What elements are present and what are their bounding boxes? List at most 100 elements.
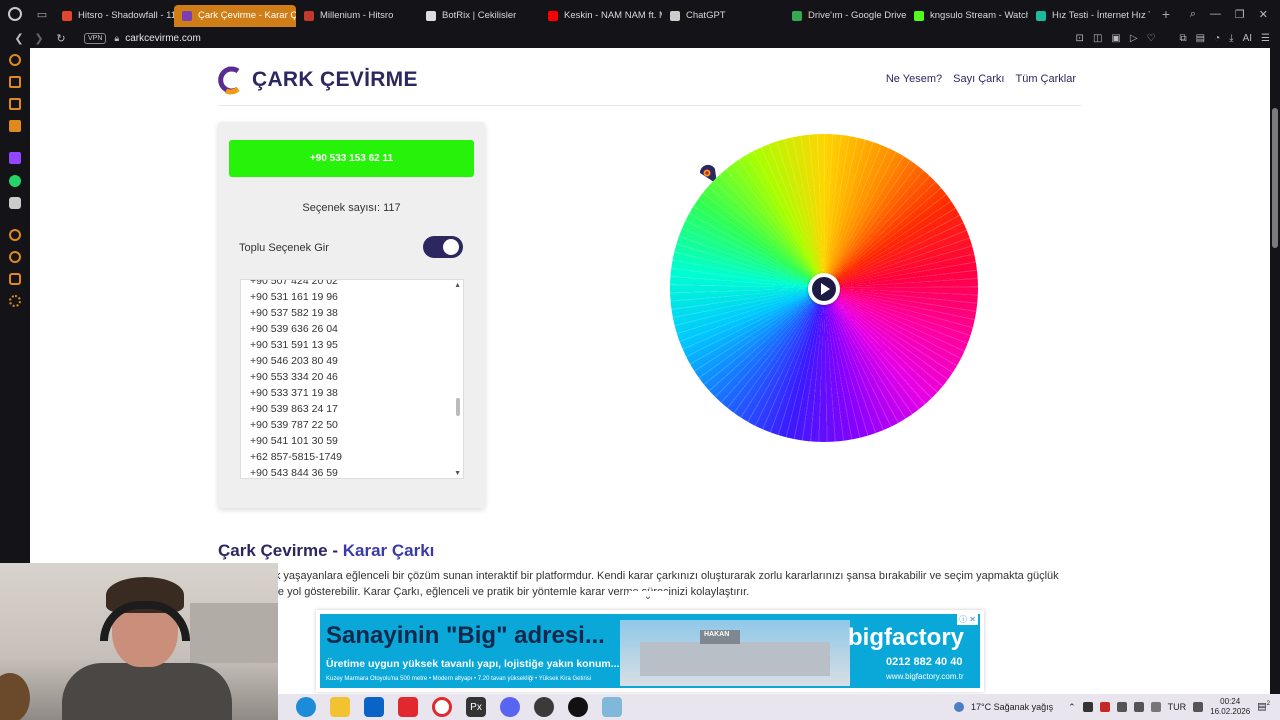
scroll-down-icon[interactable]: ▼	[454, 470, 461, 477]
spin-result-button[interactable]: +90 533 153 62 11	[229, 140, 474, 177]
browser-tab[interactable]: Hitsro - Shadowfall - 110	[54, 5, 174, 27]
bulk-input-toggle[interactable]	[423, 236, 463, 258]
opera-taskbar-icon[interactable]	[432, 697, 452, 717]
ad-collapse-icon[interactable]: ⌄	[628, 591, 668, 607]
options-textarea[interactable]: +90 507 424 20 02 +90 531 161 19 96 +90 53…	[240, 279, 464, 479]
reload-icon[interactable]: ↻	[52, 32, 70, 45]
restore-icon[interactable]: ❐	[1235, 8, 1245, 21]
whatsapp-icon[interactable]	[9, 175, 21, 187]
weather-icon[interactable]	[953, 702, 964, 712]
notification-icon[interactable]: ▤2	[1257, 701, 1270, 712]
spin-button[interactable]	[808, 273, 840, 305]
minimize-icon[interactable]: —	[1210, 8, 1221, 20]
search-tabs-icon[interactable]: ⌕	[1190, 8, 1196, 21]
download-icon[interactable]: ⤓	[1229, 33, 1233, 44]
tab-label: Çark Çevirme - Karar Çark	[198, 10, 296, 21]
mail-icon[interactable]	[9, 120, 21, 132]
option-line: +90 507 424 20 02	[250, 279, 338, 287]
player-sidebar-icon[interactable]	[9, 229, 21, 241]
browser-tab[interactable]: ChatGPT	[662, 5, 784, 27]
obs-icon[interactable]	[568, 697, 588, 717]
nav-sayi-carki[interactable]: Sayı Çarkı	[953, 73, 1004, 85]
browser-tab[interactable]: kngsulo Stream - Watch	[906, 5, 1028, 27]
ad-subline: Üretime uygun yüksek tavanlı yapı, lojis…	[326, 658, 620, 670]
pixel-app-icon[interactable]: Px	[466, 697, 486, 717]
player-icon[interactable]: ▷	[1130, 33, 1138, 44]
tray-app-icon[interactable]	[1082, 702, 1093, 712]
new-tab-icon[interactable]: +	[1156, 6, 1176, 22]
account-icon[interactable]: ◔	[1214, 33, 1220, 44]
outlook-icon[interactable]	[364, 697, 384, 717]
browser-tab[interactable]: Keskin - NAM NAM ft. M	[540, 5, 662, 27]
advertisement-banner[interactable]: Sanayinin "Big" adresi... Üretime uygun …	[316, 610, 984, 692]
edge-icon[interactable]	[296, 697, 316, 717]
pinboard-icon[interactable]	[9, 98, 21, 110]
browser-tab[interactable]: Çark Çevirme - Karar Çark	[174, 4, 296, 27]
option-line: +62 857-5815-1749	[250, 451, 342, 463]
network-icon[interactable]	[1116, 702, 1127, 712]
aria-ai-icon[interactable]: AI	[1243, 33, 1252, 44]
back-icon[interactable]: ❮	[10, 32, 28, 45]
lock-icon[interactable]: 🔒︎	[114, 33, 119, 44]
snapshot-icon[interactable]: ◫	[1093, 33, 1102, 44]
page-scroll-thumb[interactable]	[1272, 108, 1278, 248]
workspaces-icon[interactable]: ▭	[30, 0, 54, 28]
settings-icon[interactable]	[9, 295, 21, 307]
play-icon[interactable]	[812, 277, 836, 301]
discord-icon[interactable]	[9, 197, 21, 209]
weather-text[interactable]: 17°C Sağanak yağış	[971, 702, 1053, 712]
history-icon[interactable]	[9, 251, 21, 263]
opera-logo-icon[interactable]	[0, 0, 30, 28]
ad-close-icon[interactable]: ⓘ ✕	[957, 614, 978, 625]
textarea-scroll-thumb[interactable]	[456, 398, 460, 416]
textarea-scrollbar[interactable]: ▲ ▼	[453, 280, 463, 478]
site-logo-icon[interactable]	[218, 65, 242, 95]
extensions-icon[interactable]: ⧉	[1180, 33, 1187, 44]
clock[interactable]: 00:24 16.02.2026	[1210, 697, 1250, 717]
twitch-icon[interactable]	[9, 152, 21, 164]
vpn-badge[interactable]: VPN	[84, 32, 107, 44]
url-field[interactable]: carkcevirme.com	[125, 33, 201, 44]
wallet-icon[interactable]: ▤	[1196, 33, 1205, 44]
heart-icon[interactable]: ♡	[1147, 33, 1156, 44]
volume-icon[interactable]	[1133, 702, 1144, 712]
tab-favicon-icon	[1036, 10, 1046, 21]
tab-label: kngsulo Stream - Watch	[930, 10, 1028, 21]
browser-tab[interactable]: Drive'ım - Google Drive	[784, 5, 906, 27]
wifi-icon[interactable]	[1193, 702, 1204, 712]
browser-tab[interactable]: Hız Testi - İnternet Hız Te	[1028, 5, 1150, 27]
tray-overflow-icon[interactable]: ⌃	[1068, 702, 1076, 713]
aria-icon[interactable]	[9, 54, 21, 66]
close-window-icon[interactable]: ✕	[1259, 8, 1268, 21]
menu-icon[interactable]: ☰	[1261, 33, 1270, 44]
nav-ne-yesem[interactable]: Ne Yesem?	[886, 73, 942, 85]
app-icon[interactable]	[602, 697, 622, 717]
tray-red-icon[interactable]	[1099, 702, 1110, 712]
browser-tab[interactable]: Millenium - Hitsro	[296, 5, 418, 27]
scroll-up-icon[interactable]: ▲	[454, 282, 461, 289]
workspace-icon[interactable]	[9, 76, 21, 88]
options-panel: +90 533 153 62 11 Seçenek sayısı: 117 To…	[218, 122, 485, 508]
site-title[interactable]: ÇARK ÇEVİRME	[252, 68, 418, 92]
option-line: +90 543 844 36 59	[250, 467, 338, 479]
site-header: ÇARK ÇEVİRME Ne Yesem? Sayı Çarkı Tüm Ça…	[218, 58, 1082, 106]
nav-tum-carklar[interactable]: Tüm Çarklar	[1015, 73, 1076, 85]
discord-taskbar-icon[interactable]	[500, 697, 520, 717]
extensions-sidebar-icon[interactable]	[9, 273, 21, 285]
game-icon[interactable]	[534, 697, 554, 717]
bookmark-icon[interactable]: ⊡	[1076, 33, 1084, 44]
page-scrollbar[interactable]	[1270, 48, 1280, 694]
decision-wheel[interactable]	[670, 134, 978, 442]
easy-setup-icon[interactable]: ▣	[1111, 33, 1120, 44]
battery-icon[interactable]	[1150, 702, 1161, 712]
option-line: +90 533 371 19 38	[250, 387, 338, 399]
forward-icon[interactable]: ❯	[30, 32, 48, 45]
ad-building-sign: HAKAN	[704, 631, 730, 638]
tab-favicon-icon	[548, 10, 558, 21]
tab-label: BotRix | Cekilisler	[442, 10, 517, 21]
browser-tab-bar: ▭ Hitsro - Shadowfall - 110 Çark Çevirme …	[0, 0, 1280, 28]
file-explorer-icon[interactable]	[330, 697, 350, 717]
browser-tab[interactable]: BotRix | Cekilisler	[418, 5, 540, 27]
anydesk-icon[interactable]	[398, 697, 418, 717]
language-indicator[interactable]: TUR	[1168, 702, 1187, 712]
